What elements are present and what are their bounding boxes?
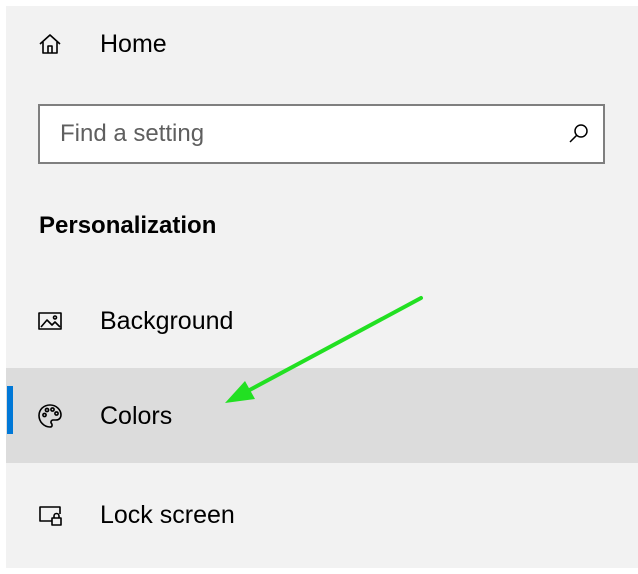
selection-indicator: [7, 386, 13, 434]
settings-nav-panel: Home Personalization Background: [6, 6, 638, 568]
nav-item-home[interactable]: Home: [6, 14, 638, 74]
search-input[interactable]: [60, 106, 560, 162]
nav-item-background-label: Background: [100, 307, 234, 335]
nav-item-colors-label: Colors: [100, 401, 173, 430]
palette-icon: [37, 403, 63, 429]
nav-item-home-label: Home: [100, 30, 167, 58]
picture-icon: [37, 308, 63, 334]
lock-screen-icon: [37, 502, 63, 528]
nav-item-lock-screen-label: Lock screen: [100, 501, 235, 529]
nav-item-background[interactable]: Background: [6, 291, 638, 351]
search-box[interactable]: [38, 104, 605, 164]
nav-item-colors[interactable]: Colors: [6, 368, 638, 463]
search-icon[interactable]: [567, 122, 591, 146]
section-heading-personalization: Personalization: [39, 212, 217, 239]
nav-item-lock-screen[interactable]: Lock screen: [6, 485, 638, 545]
home-icon: [37, 31, 63, 57]
